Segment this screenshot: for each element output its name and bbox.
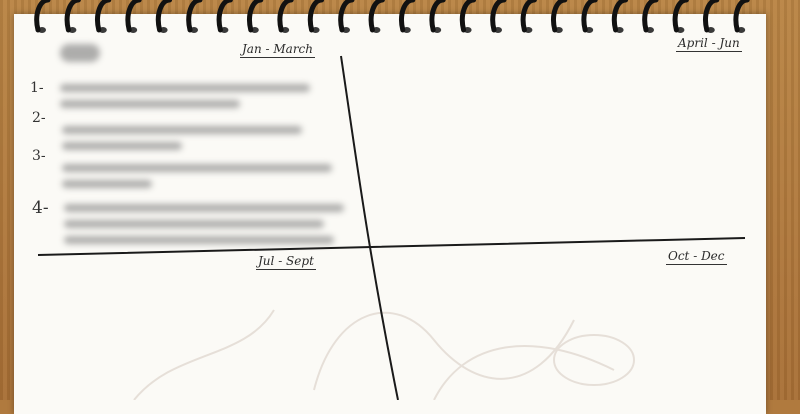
spiral-coil bbox=[459, 0, 477, 33]
spiral-coil bbox=[490, 0, 507, 33]
quadrant-label-april-jun: April - Jun bbox=[676, 36, 742, 52]
spiral-coil bbox=[672, 0, 689, 33]
quadrant-label-jul-sept: Jul - Sept bbox=[256, 254, 316, 270]
spiral-coil bbox=[611, 0, 629, 33]
list-number-2: 2- bbox=[32, 110, 46, 126]
spiral-coil bbox=[368, 0, 385, 33]
spiral-coil bbox=[581, 0, 598, 33]
quadrant-label-jan-march: Jan - March bbox=[240, 42, 316, 58]
spiral-coil bbox=[520, 0, 537, 33]
spiral-coil bbox=[642, 0, 659, 33]
spiral-coil bbox=[399, 0, 416, 33]
spiral-coil bbox=[551, 0, 568, 33]
list-number-4: 4- bbox=[32, 198, 49, 218]
spiral-coil bbox=[733, 0, 750, 33]
spiral-coil bbox=[429, 0, 446, 33]
list-number-3: 3- bbox=[32, 148, 46, 164]
spiral-coil bbox=[703, 0, 720, 33]
quadrant-label-oct-dec: Oct - Dec bbox=[666, 249, 727, 265]
list-number-1: 1- bbox=[30, 80, 44, 96]
